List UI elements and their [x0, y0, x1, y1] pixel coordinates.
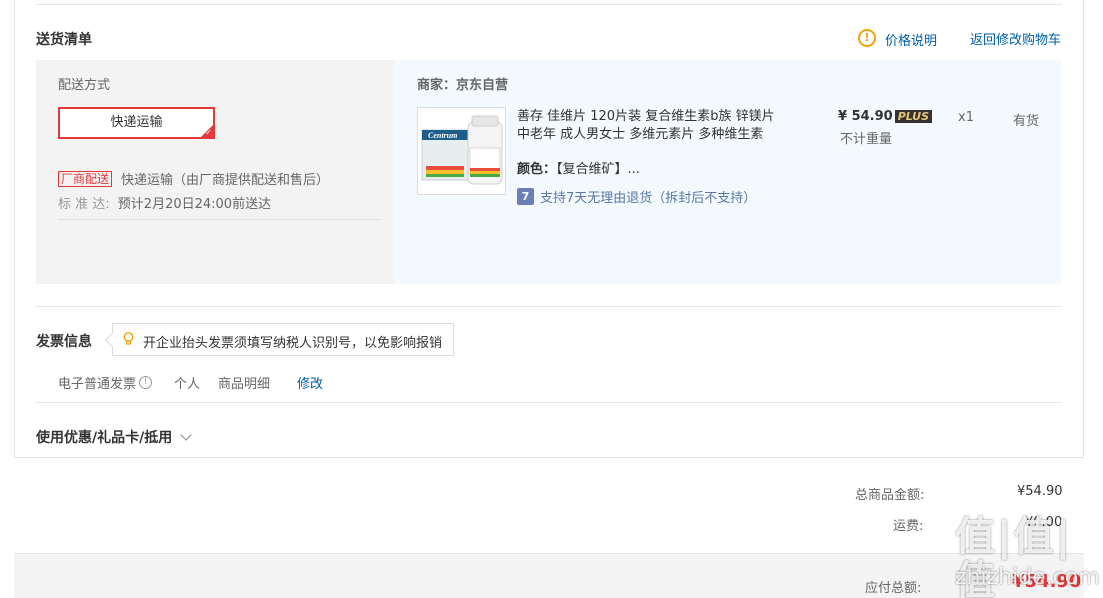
coupon-toggle[interactable]: 使用优惠/礼品卡/抵用 [36, 427, 192, 447]
delivery-list-title: 送货清单 [36, 32, 92, 48]
freight-label: 运费: [893, 519, 924, 534]
payable-label: 应付总额: [865, 581, 922, 596]
watermark-site: zhizhide.com [955, 565, 1100, 590]
divider [36, 306, 1062, 307]
invoice-tip: 开企业抬头发票须填写纳税人识别号，以免影响报销 [104, 323, 454, 356]
weight-note: 不计重量 [840, 132, 893, 147]
factory-delivery-tag: 厂商配送 [58, 170, 113, 187]
payable-bar [14, 553, 1084, 598]
product-name-line2[interactable]: 中老年 成人男女士 多维元素片 多种维生素 [517, 126, 775, 144]
price-note-link[interactable]: 价格说明 [885, 30, 937, 49]
shipping-method-label: 配送方式 [58, 78, 111, 93]
product-price: ¥ 54.90 [838, 109, 893, 124]
check-icon: ✓ [205, 128, 212, 137]
shipping-method-express-button[interactable]: 快递运输 ✓ [58, 107, 215, 139]
coupon-title: 使用优惠/礼品卡/抵用 [36, 430, 173, 446]
plus-badge: PLUS [894, 110, 933, 123]
invoice-title: 发票信息 [36, 334, 92, 350]
product-color-label: 颜色： [517, 162, 557, 177]
invoice-edit-link[interactable]: 修改 [297, 373, 323, 392]
info-icon[interactable]: ! [139, 376, 153, 389]
stock-status: 有货 [1013, 114, 1040, 129]
divider [36, 4, 1062, 5]
return-policy-text: 支持7天无理由退货（拆封后不支持） [540, 191, 757, 206]
goods-total-value: ¥54.90 [1017, 484, 1063, 499]
invoice-type: 电子普通发票 [58, 377, 137, 392]
goods-total-label: 总商品金额: [855, 488, 925, 503]
divider [58, 219, 381, 220]
invoice-content: 商品明细 [218, 377, 271, 392]
standard-delivery-label: 标 准 达: [58, 197, 110, 212]
return-policy-icon: 7 [517, 188, 534, 205]
chevron-down-icon [180, 428, 192, 441]
product-image-brand: Centrum [428, 131, 458, 140]
back-to-cart-link[interactable]: 返回修改购物车 [970, 29, 1061, 48]
product-quantity: x1 [958, 110, 974, 125]
standard-delivery-value: 预计2月20日24:00前送达 [117, 197, 272, 212]
divider [36, 402, 1062, 403]
invoice-holder: 个人 [174, 377, 201, 392]
warning-icon: ! [858, 29, 876, 47]
product-thumbnail[interactable]: Centrum [417, 107, 506, 195]
factory-delivery-desc: 快递运输（由厂商提供配送和售后） [121, 173, 330, 188]
lightbulb-icon [123, 332, 134, 345]
product-name-line1[interactable]: 善存 佳维片 120片装 复合维生素b族 锌镁片 [517, 108, 775, 126]
shipping-method-text: 快递运输 [110, 115, 163, 130]
seller-label: 商家：京东自营 [417, 78, 509, 93]
invoice-tip-text: 开企业抬头发票须填写纳税人识别号，以免影响报销 [143, 336, 443, 351]
product-color-value: 【复合维矿】... [556, 162, 640, 177]
